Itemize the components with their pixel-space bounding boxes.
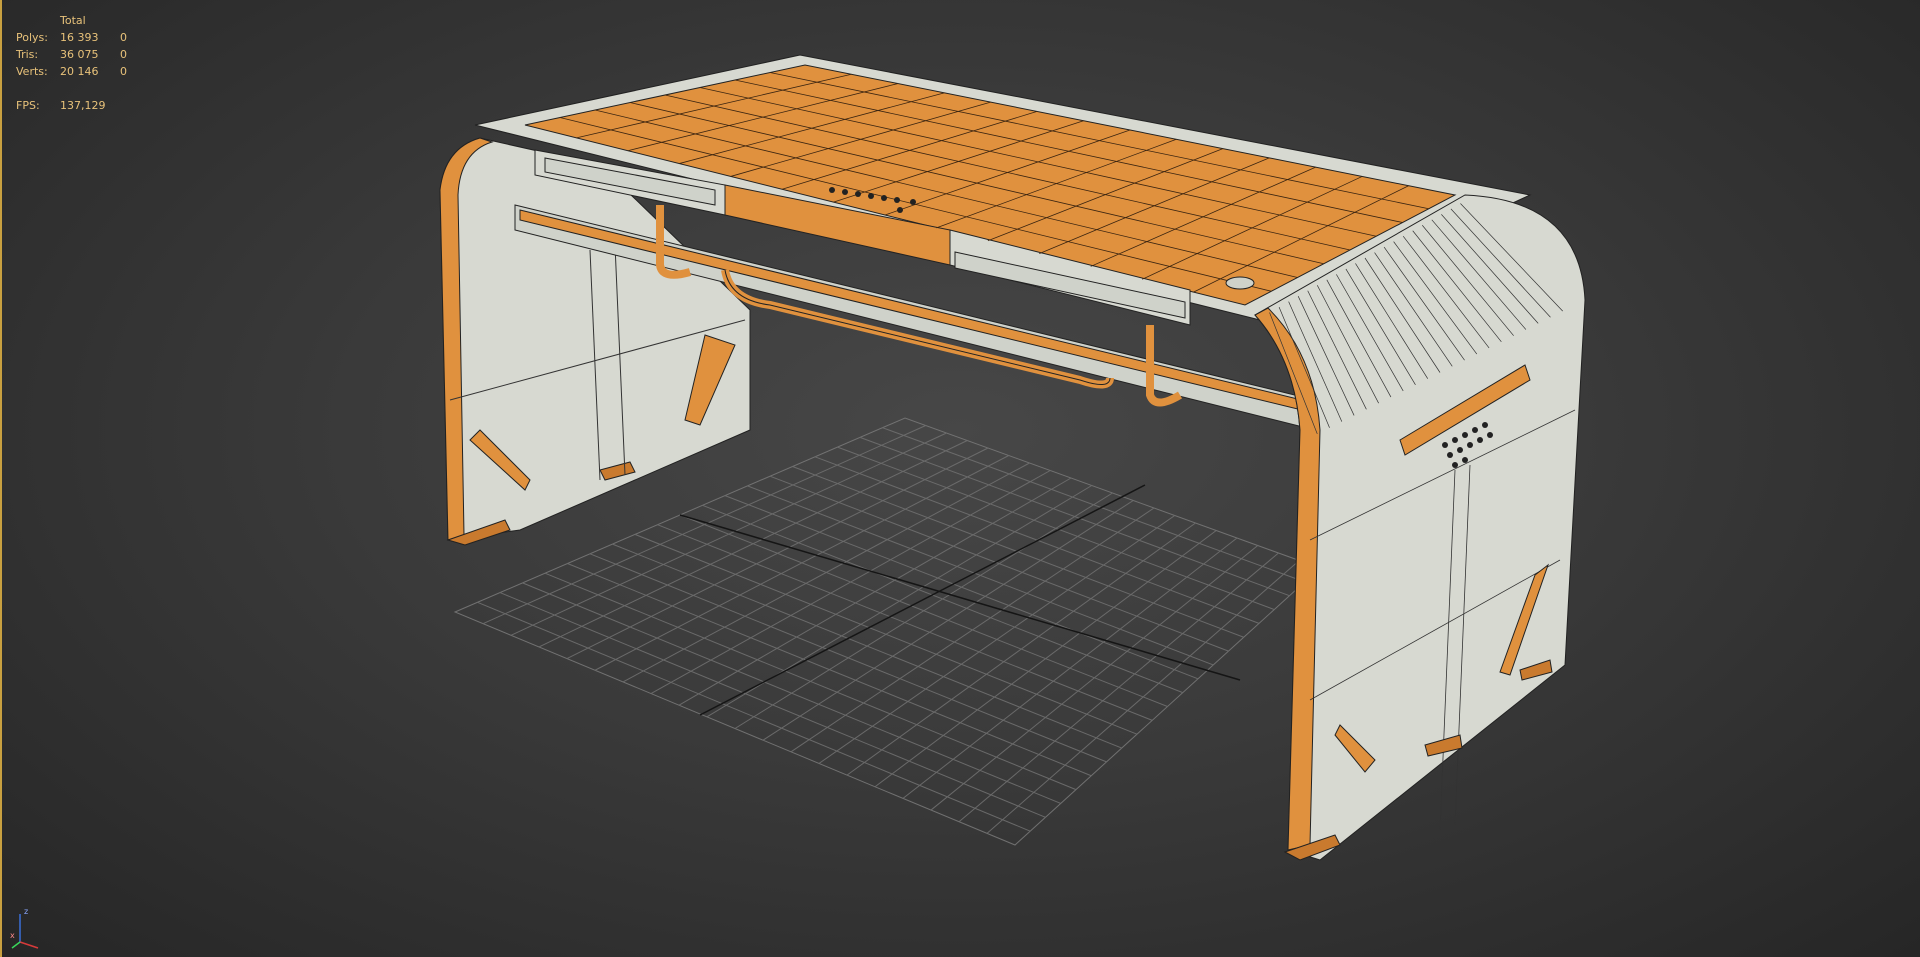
stat-total: 36 075 bbox=[60, 48, 99, 61]
stat-total: 16 393 bbox=[60, 31, 99, 44]
wire-line bbox=[930, 545, 1259, 811]
stat-total: 20 146 bbox=[60, 65, 99, 78]
wire-line bbox=[650, 470, 1051, 694]
fps-label: FPS: bbox=[16, 99, 40, 112]
fps-value: 137,129 bbox=[60, 99, 106, 112]
stats-header-total: Total bbox=[60, 14, 86, 27]
wire-line bbox=[762, 500, 1134, 741]
axis-x-label: x bbox=[10, 931, 15, 940]
stats-row-tris: Tris: 36 075 0 bbox=[16, 46, 150, 63]
stat-selected: 0 bbox=[120, 65, 127, 78]
stats-row-polys: Polys: 16 393 0 bbox=[16, 29, 150, 46]
stat-label: Tris: bbox=[16, 48, 39, 61]
stat-label: Polys: bbox=[16, 31, 48, 44]
stats-row-fps: FPS: 137,129 bbox=[16, 97, 150, 114]
wire-line bbox=[902, 537, 1238, 799]
stat-selected: 0 bbox=[120, 48, 127, 61]
viewport-statistics-overlay: Total Polys: 16 393 0 Tris: 36 075 0 Ver… bbox=[16, 12, 150, 114]
wire-line bbox=[790, 507, 1155, 753]
3d-viewport[interactable]: Total Polys: 16 393 0 Tris: 36 075 0 Ver… bbox=[0, 0, 1920, 957]
wire-line bbox=[734, 492, 1113, 729]
wire-line bbox=[678, 477, 1072, 706]
stat-selected: 0 bbox=[120, 31, 127, 44]
stats-row-verts: Verts: 20 146 0 bbox=[16, 63, 150, 80]
scene-canvas[interactable] bbox=[0, 0, 1920, 957]
stat-label: Verts: bbox=[16, 65, 48, 78]
axis-gizmo-icon: z x bbox=[10, 907, 39, 949]
axis-z-label: z bbox=[24, 907, 28, 916]
right-leg bbox=[1254, 194, 1586, 861]
